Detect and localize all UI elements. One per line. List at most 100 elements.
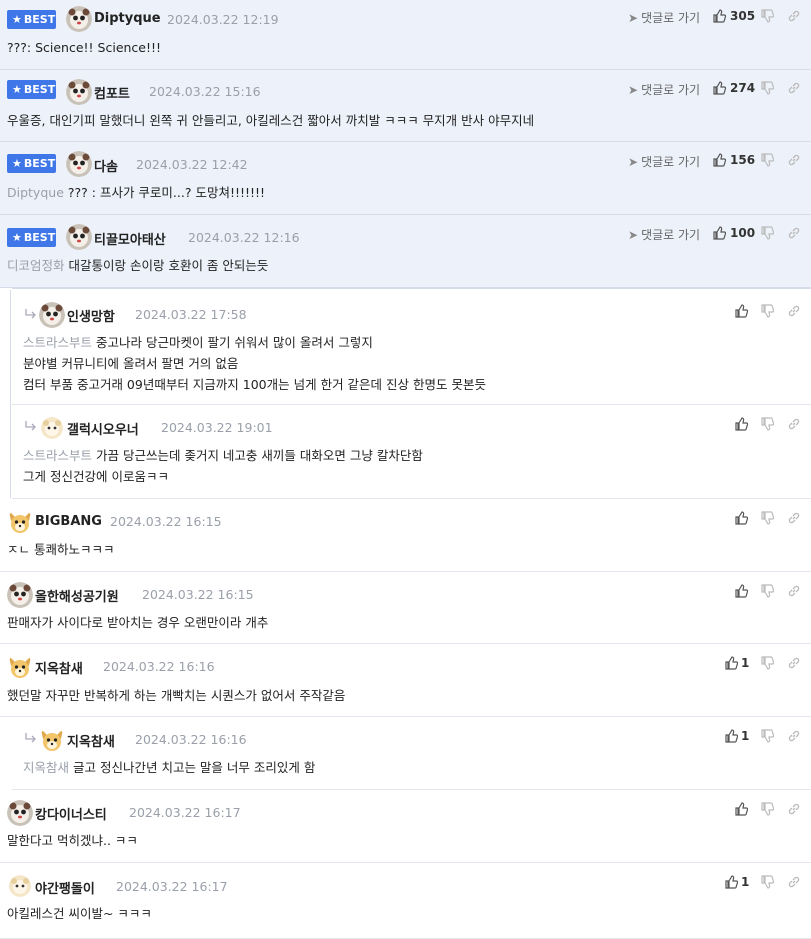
comment-item: 지옥참새 2024.03.22 16:16 1 했던말 자꾸만 반복하게 하는 … [0,644,811,717]
link-icon[interactable] [787,656,801,670]
like-count: 274 [730,81,756,95]
link-icon[interactable] [787,9,801,23]
avatar[interactable] [66,151,92,177]
thumbs-up-icon[interactable] [734,802,748,816]
like-count: 1 [741,875,750,889]
goto-comment-link[interactable]: ➤ 댓글로 가기 [628,9,700,26]
link-icon[interactable] [787,226,801,240]
best-badge: ★ BEST [7,10,56,29]
send-icon: ➤ [628,11,639,25]
comment-text: 스트라스부트 가끔 당근쓰는데 좆거지 네고충 새끼들 대화오면 그냥 칼차단함 [23,448,423,463]
thumbs-up-icon[interactable] [724,656,738,670]
comment-item: ★ BEST 다솜 2024.03.22 12:42 ➤ 댓글로 가기 156 Di… [0,142,811,215]
send-icon: ➤ [628,83,639,97]
avatar[interactable] [66,224,92,250]
star-icon: ★ [12,231,22,244]
avatar[interactable] [7,509,33,535]
comment-date: 2024.03.22 17:58 [135,307,247,322]
thumbs-down-icon[interactable] [760,656,774,670]
thumbs-up-icon[interactable] [734,511,748,525]
comment-author[interactable]: 컴포트 [94,83,130,102]
reply-arrow-icon [25,421,36,431]
link-icon[interactable] [787,802,801,816]
thumbs-down-icon[interactable] [760,153,774,167]
link-icon[interactable] [787,875,801,889]
avatar[interactable] [41,417,63,439]
comment-author[interactable]: 지옥참새 [67,731,115,750]
link-icon[interactable] [787,729,801,743]
comment-date: 2024.03.22 15:16 [149,84,261,99]
reply-arrow-icon [25,309,36,319]
avatar[interactable] [39,302,65,328]
comment-item: ★ BEST 컴포트 2024.03.22 15:16 ➤ 댓글로 가기 274 우… [0,70,811,142]
avatar[interactable] [66,79,92,105]
thumbs-up-icon[interactable] [734,584,748,598]
mention-link[interactable]: 디코엄정화 [7,258,65,273]
comment-author[interactable]: 티끌모아태산 [94,229,166,248]
thumbs-up-icon[interactable] [724,729,738,743]
comment-item: ★ BEST 티끌모아태산 2024.03.22 12:16 ➤ 댓글로 가기 10… [0,215,811,288]
comment-date: 2024.03.22 19:01 [161,420,273,435]
comment-text: ㅈㄴ 통쾌하노ㅋㅋㅋ [7,542,115,557]
comment-text: 그게 정신건강에 이로움ㅋㅋ [23,469,169,484]
comment-item: 캉다이너스티 2024.03.22 16:17 말한다고 먹히겠냐.. ㅋㅋ [0,790,811,863]
avatar[interactable] [9,875,31,897]
goto-comment-link[interactable]: ➤ 댓글로 가기 [628,153,700,170]
comment-author[interactable]: 야간팽돌이 [35,878,95,897]
thumbs-down-icon[interactable] [760,584,774,598]
thumbs-up-icon[interactable] [712,153,726,167]
reply-thread-line [10,290,11,498]
comment-item: BIGBANG 2024.03.22 16:15 ㅈㄴ 통쾌하노ㅋㅋㅋ [0,499,811,572]
avatar[interactable] [39,727,65,753]
thumbs-up-icon[interactable] [712,9,726,23]
thumbs-down-icon[interactable] [760,729,774,743]
goto-comment-link[interactable]: ➤ 댓글로 가기 [628,226,700,243]
comment-date: 2024.03.22 16:15 [110,514,222,529]
thumbs-down-icon[interactable] [760,81,774,95]
comment-author[interactable]: 지옥참새 [35,658,83,677]
comment-author[interactable]: 갤럭시오우너 [67,419,139,438]
comment-author[interactable]: 인생망함 [67,306,115,325]
goto-comment-link[interactable]: ➤ 댓글로 가기 [628,81,700,98]
thumbs-up-icon[interactable] [712,226,726,240]
thumbs-up-icon[interactable] [724,875,738,889]
avatar[interactable] [66,6,92,32]
thumbs-down-icon[interactable] [760,511,774,525]
thumbs-up-icon[interactable] [734,304,748,318]
comment-text: 컴터 부품 중고거래 09년때부터 지금까지 100개는 넘게 한거 같은데 진… [23,377,486,392]
thumbs-down-icon[interactable] [760,226,774,240]
comment-author[interactable]: 올한해성공기원 [35,586,119,605]
comment-item: 올한해성공기원 2024.03.22 16:15 판매자가 사이다로 받아치는 … [0,572,811,644]
link-icon[interactable] [787,417,801,431]
comment-author[interactable]: 다솜 [94,156,118,175]
link-icon[interactable] [787,511,801,525]
star-icon: ★ [12,13,22,26]
mention-link[interactable]: Diptyque [7,185,64,200]
mention-link[interactable]: 지옥참새 [23,760,69,775]
thumbs-up-icon[interactable] [712,81,726,95]
thumbs-down-icon[interactable] [760,802,774,816]
link-icon[interactable] [787,153,801,167]
link-icon[interactable] [787,584,801,598]
thumbs-down-icon[interactable] [760,875,774,889]
link-icon[interactable] [787,81,801,95]
thumbs-up-icon[interactable] [734,417,748,431]
thumbs-down-icon[interactable] [760,9,774,23]
mention-link[interactable]: 스트라스부트 [23,335,92,350]
avatar[interactable] [7,654,33,680]
avatar[interactable] [7,800,33,826]
comment-item: ★ BEST Diptyque 2024.03.22 12:19 ➤ 댓글로 가기 … [0,0,811,70]
thumbs-down-icon[interactable] [760,417,774,431]
avatar[interactable] [7,582,33,608]
comment-text: 아킬레스건 씨이발~ ㅋㅋㅋ [7,906,152,921]
link-icon[interactable] [787,304,801,318]
thumbs-down-icon[interactable] [760,304,774,318]
send-icon: ➤ [628,155,639,169]
comment-author[interactable]: Diptyque [94,11,161,26]
mention-link[interactable]: 스트라스부트 [23,448,92,463]
star-icon: ★ [12,83,22,96]
comment-author[interactable]: 캉다이너스티 [35,804,107,823]
comment-text: 분야별 커뮤니티에 올려서 팔면 거의 없음 [23,356,239,371]
comment-author[interactable]: BIGBANG [35,514,102,529]
comment-reply: 인생망함 2024.03.22 17:58 스트라스부트 중고나라 당근마켓이 팔… [12,288,811,405]
